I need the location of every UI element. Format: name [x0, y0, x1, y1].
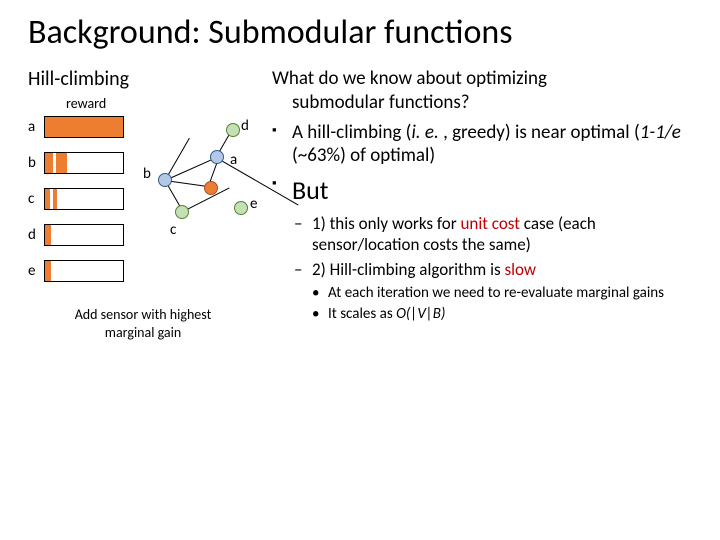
bar-seg [45, 225, 51, 245]
bar-track [44, 152, 124, 174]
node-c [175, 205, 189, 219]
slide-title: Background: Submodular functions [28, 12, 692, 53]
text: , greedy) is near optimal ( [443, 121, 640, 144]
question: What do we know about optimizing submodu… [272, 67, 692, 115]
bar-track [44, 260, 124, 282]
bar-seg [45, 261, 51, 281]
bar-seg [56, 153, 67, 173]
node-label: b [143, 165, 151, 183]
node-label: c [170, 221, 176, 239]
text-ital: i. e. [411, 121, 443, 144]
sub2-reeval: At each iteration we need to re-evaluate… [272, 284, 692, 303]
bar-label: d [28, 226, 44, 244]
node-d [226, 123, 240, 137]
node-label: d [241, 117, 249, 135]
node-a [210, 150, 224, 164]
node-e [234, 201, 248, 215]
text: A hill-climbing ( [292, 121, 411, 144]
node-label: a [230, 151, 237, 169]
sub-unit-cost: 1) this only works for unit cost case (e… [272, 213, 692, 256]
text: (~63%) of optimal) [292, 144, 435, 167]
caption-line: Add sensor with highest [75, 306, 212, 323]
bar-label: c [28, 190, 44, 208]
text-ital: O(|V|B) [396, 305, 445, 323]
bar-row-e: e [28, 260, 258, 282]
bar-seg [53, 189, 58, 209]
caption-line: marginal gain [105, 324, 181, 341]
bar-track [44, 188, 124, 210]
bar-label: e [28, 262, 44, 280]
bar-track [44, 116, 124, 138]
bar-seg [45, 153, 53, 173]
hillclimb-heading: Hill-climbing [28, 67, 258, 91]
content-row: Hill-climbing reward a b c d [28, 67, 692, 341]
node-b [158, 173, 172, 187]
bar-seg [45, 189, 50, 209]
bar-fill [45, 117, 123, 137]
sub2-scale: It scales as O(|V|B) [272, 305, 692, 324]
graph: b d a c e [148, 123, 258, 263]
text-ital: 1-1/e [640, 121, 681, 144]
bar-track [44, 224, 124, 246]
text-red: unit cost [460, 213, 519, 234]
bullet-but: But [272, 174, 692, 207]
bar-label: b [28, 154, 44, 172]
text: 2) Hill-climbing algorithm is [312, 259, 504, 280]
node-mid [204, 181, 218, 195]
text: It scales as [328, 305, 396, 323]
q-line1: What do we know about optimizing [272, 67, 547, 90]
text-red: slow [504, 259, 536, 280]
bullet-greedy: A hill-climbing (i. e. , greedy) is near… [272, 121, 692, 169]
but-text: But [292, 174, 329, 206]
reward-label: reward [66, 95, 258, 112]
text: At each iteration we need to re-evaluate… [328, 284, 664, 302]
right-panel: What do we know about optimizing submodu… [272, 67, 692, 341]
bar-label: a [28, 118, 44, 136]
text: 1) this only works for [312, 213, 460, 234]
q-line2: submodular functions? [272, 91, 692, 115]
sub-slow: 2) Hill-climbing algorithm is slow [272, 259, 692, 280]
caption: Add sensor with highest marginal gain [28, 306, 258, 341]
node-label: e [250, 195, 257, 213]
left-panel: Hill-climbing reward a b c d [28, 67, 258, 341]
